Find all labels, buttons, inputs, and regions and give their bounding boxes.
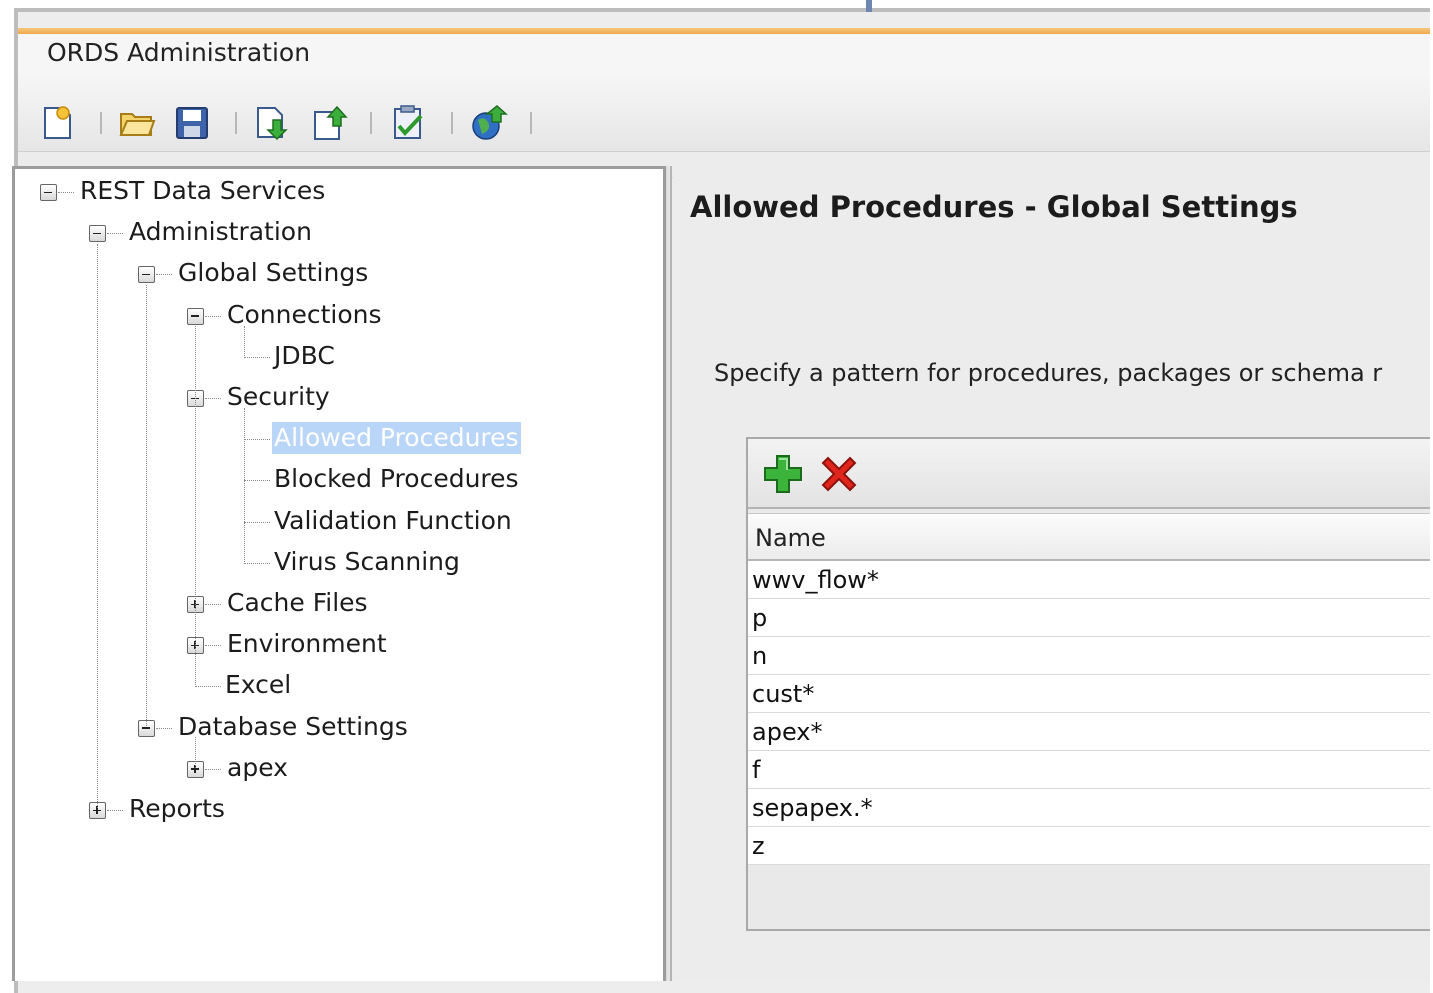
tree-item-allowed-procedures[interactable]: Allowed Procedures <box>272 422 521 455</box>
add-plus-icon <box>764 455 802 493</box>
open-folder-icon <box>119 113 156 136</box>
tree-connector <box>205 315 221 317</box>
column-header-name[interactable]: Name <box>748 513 1433 561</box>
tree-connector <box>244 356 270 358</box>
tree-item-connections[interactable]: Connections <box>227 299 381 331</box>
validate-checklist-icon <box>394 105 423 139</box>
collapse-toggle-icon[interactable] <box>138 266 155 284</box>
description-text: Specify a pattern for procedures, packag… <box>714 359 1383 387</box>
tree-connector <box>205 768 221 770</box>
tree-connector <box>156 727 172 729</box>
toolbar-separator <box>100 112 102 134</box>
tree-connector <box>205 398 221 399</box>
open-button[interactable] <box>118 104 156 142</box>
list-toolbar <box>748 439 1433 509</box>
tree-item-rest-data-services[interactable]: REST Data Services <box>80 175 325 207</box>
table-row[interactable]: f <box>748 751 1433 789</box>
procedures-list-panel: Name wwv_flow* p n cust* apex* f sepapex.* z <box>746 437 1433 931</box>
collapse-toggle-icon[interactable] <box>187 307 204 325</box>
tree-item-validation-function[interactable]: Validation Function <box>274 505 512 537</box>
save-button[interactable] <box>173 104 211 142</box>
tree-item-apex[interactable]: apex <box>227 752 288 784</box>
tree-connector <box>244 439 270 441</box>
table-row[interactable]: sepapex.* <box>748 789 1433 827</box>
tree-connector <box>244 521 270 523</box>
remove-button[interactable] <box>818 453 860 495</box>
tree-connector <box>205 604 221 605</box>
export-button[interactable] <box>310 104 348 142</box>
tree-item-reports[interactable]: Reports <box>129 793 225 825</box>
tree-connector <box>195 686 221 688</box>
window-title: ORDS Administration <box>47 38 311 67</box>
split-pane-divider[interactable] <box>666 166 672 981</box>
new-button[interactable] <box>39 104 77 142</box>
toolbar-separator <box>451 112 453 134</box>
import-document-icon <box>257 107 288 141</box>
table-body: wwv_flow* p n cust* apex* f sepapex.* z <box>748 561 1433 865</box>
tree-item-blocked-procedures[interactable]: Blocked Procedures <box>274 463 519 495</box>
collapse-toggle-icon[interactable] <box>40 184 57 201</box>
upload-globe-icon <box>472 105 508 140</box>
tree-connector <box>156 274 172 276</box>
procedures-table: Name wwv_flow* p n cust* apex* f sepapex.* z <box>748 513 1433 865</box>
tree-connector <box>205 645 221 647</box>
table-row[interactable]: p <box>748 599 1433 637</box>
tree-item-administration[interactable]: Administration <box>129 216 312 248</box>
tree-guide-line <box>195 326 196 685</box>
tree-guide-line <box>146 285 147 726</box>
table-row[interactable]: apex* <box>748 713 1433 751</box>
table-row[interactable]: cust* <box>748 675 1433 713</box>
tree-item-cache-files[interactable]: Cache Files <box>227 587 368 619</box>
toolbar-separator <box>370 112 372 134</box>
table-row[interactable]: wwv_flow* <box>748 561 1433 599</box>
tree-connector <box>58 192 74 193</box>
collapse-toggle-icon[interactable] <box>89 225 106 243</box>
table-row[interactable]: n <box>748 637 1433 675</box>
validate-button[interactable] <box>389 104 427 142</box>
export-document-icon <box>314 105 348 140</box>
main-toolbar <box>18 74 1433 152</box>
tree-item-virus-scanning[interactable]: Virus Scanning <box>274 546 460 578</box>
toolbar-separator <box>530 112 532 134</box>
tree-connector <box>107 233 123 235</box>
tree-item-database-settings[interactable]: Database Settings <box>178 711 408 743</box>
tree-item-global-settings[interactable]: Global Settings <box>178 257 368 289</box>
tree-guide-line <box>97 244 98 808</box>
new-document-icon <box>44 106 71 139</box>
tree-item-excel[interactable]: Excel <box>225 669 291 701</box>
tree-item-security[interactable]: Security <box>227 381 330 413</box>
upload-button[interactable] <box>470 104 508 142</box>
save-disk-icon <box>176 107 208 139</box>
tree-connector <box>244 562 270 564</box>
tree-guide-line <box>195 737 196 768</box>
tree-item-environment[interactable]: Environment <box>227 628 387 660</box>
page-title: Allowed Procedures - Global Settings <box>690 190 1298 224</box>
tree-guide-line <box>244 408 245 562</box>
tree-guide-line <box>244 326 245 356</box>
tree-connector <box>107 810 123 811</box>
remove-x-icon <box>821 456 857 492</box>
table-row[interactable]: z <box>748 827 1433 865</box>
tree-item-jdbc[interactable]: JDBC <box>274 340 335 372</box>
toolbar-separator <box>235 112 237 134</box>
import-button[interactable] <box>253 104 291 142</box>
add-button[interactable] <box>762 453 804 495</box>
tree-connector <box>244 480 270 482</box>
